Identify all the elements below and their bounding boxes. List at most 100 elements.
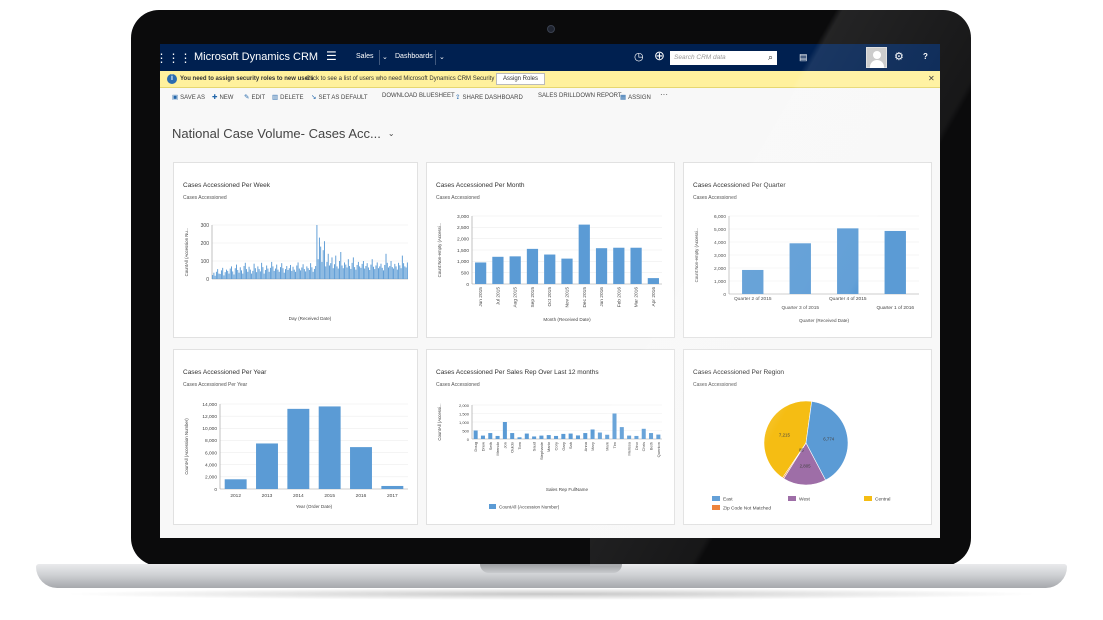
chart-card-per-year[interactable]: Cases Accessioned Per Year Cases Accessi… [173,349,418,525]
pie-data-label: 85 [799,448,804,453]
save-as-button[interactable]: ▣ SAVE AS [172,93,205,101]
chart-bar [400,268,402,279]
x-tick-label: Aug 2015 [513,287,519,308]
chart-bar [360,267,362,279]
chart-bar [362,261,364,279]
search-input[interactable]: Search CRM data ⌕ [670,51,777,65]
search-icon[interactable]: ⌕ [768,52,773,63]
y-tick-label: 0 [723,292,726,298]
chart-bar [390,261,392,279]
set-as-default-button[interactable]: ↘ SET AS DEFAULT [311,93,368,101]
edit-button[interactable]: ✎ EDIT [244,93,265,101]
chart-card-per-quarter[interactable]: Cases Accessioned Per Quarter Cases Acce… [683,162,932,338]
y-tick-label: 1,500 [457,248,469,254]
chevron-down-icon[interactable]: ⌄ [439,53,445,61]
close-icon[interactable]: ✕ [928,74,935,83]
x-tick-label: Apr 2016 [651,287,657,307]
notification-detail-link[interactable]: Click to see a list of users who need Mi… [306,76,513,82]
chart-card-per-region[interactable]: Cases Accessioned Per Region Cases Acces… [683,349,932,525]
share-dashboard-button[interactable]: ⇪ SHARE DASHBOARD [455,93,523,101]
x-tick-label: Mario [546,441,551,452]
gear-icon[interactable]: ⚙ [894,50,904,63]
chevron-down-icon[interactable]: ⌄ [382,53,388,61]
x-tick-label: Saud [532,442,537,451]
more-commands-icon[interactable]: ··· [660,90,668,99]
help-icon[interactable]: ? [923,52,928,61]
chart-bar [350,268,352,279]
y-tick-label: 1,000 [459,420,470,425]
chart-bar [315,266,317,279]
dashboard-selector[interactable]: National Case Volume- Cases Acc... ⌄ [172,126,395,141]
chart-bar [355,269,357,279]
legend-swatch [712,505,720,510]
recent-clock-icon[interactable]: ◷ [634,50,644,63]
x-tick-label: Beth [649,442,654,450]
x-tick-label: 2017 [387,493,398,499]
notification-bar: i You need to assign security roles to n… [160,71,940,88]
y-tick-label: 2,000 [457,236,469,242]
delete-button[interactable]: ▥ DELETE [272,93,304,101]
share-icon: ⇪ [455,94,461,101]
download-bluesheet-button[interactable]: DOWNLOAD BLUESHEET [382,93,455,99]
chart-card-per-month[interactable]: Cases Accessioned Per Month Cases Access… [426,162,675,338]
y-axis-title: Count:Non-empty (Accessi... [437,223,442,278]
x-tick-label: Outdo [510,441,515,453]
chart-bar [369,270,371,279]
laptop-notch [480,564,622,573]
chart-bar [526,248,539,284]
assign-button[interactable]: ▦ ASSIGN [620,93,651,101]
chart-bar [381,485,404,489]
sales-drilldown-report-button[interactable]: SALES DRILLDOWN REPORT [538,93,622,99]
app-launcher-icon[interactable]: ⋮⋮⋮ [160,44,192,71]
x-tick-label: Quarter 2 of 2015 [734,296,772,302]
chart-bar [344,262,346,279]
chart-bar [383,270,384,279]
delete-icon: ▥ [272,94,279,101]
x-tick-label: Cory [554,442,559,450]
chart-bar [282,268,284,279]
x-tick-label: Quarter 1 of 2016 [876,305,914,311]
save-icon: ▣ [172,94,179,101]
advanced-find-icon[interactable]: ▤ [799,52,808,63]
create-plus-icon[interactable]: ⊕ [654,48,665,64]
chevron-down-icon[interactable]: ⌄ [388,129,395,138]
chart-bar [517,437,522,439]
chart-card-per-week[interactable]: Cases Accessioned Per Week Cases Accessi… [173,162,418,338]
chart-bar [473,430,478,439]
chart-bar [249,269,251,279]
chart-bar [656,434,661,439]
chart-bar [789,243,811,294]
top-navigation-bar: ⋮⋮⋮ Microsoft Dynamics CRM ☰ Sales ⌄ Das… [160,44,940,71]
chart-bar [401,255,403,279]
chart-bar [231,266,232,279]
chart-bar [223,275,225,279]
chart-bar [337,268,339,279]
chart-card-per-sales-rep[interactable]: Cases Accessioned Per Sales Rep Over Las… [426,349,675,525]
nav-subarea-dashboards[interactable]: Dashboards [395,53,433,60]
y-tick-label: 8,000 [205,438,217,444]
x-tick-label: Tom [517,441,522,449]
y-axis-title: CountAll (Accessi... [437,403,442,440]
menu-icon[interactable]: ☰ [326,49,337,63]
chart-bar [367,267,369,279]
nav-area-sales[interactable]: Sales [356,53,374,60]
x-tick-label: Stephanie [539,441,544,460]
avatar[interactable] [866,47,887,68]
x-tick-label: Jul 2015 [495,287,501,305]
x-tick-label: Nov 2015 [565,287,571,308]
assign-roles-button[interactable]: Assign Roles [496,73,546,85]
chart-bar [492,256,504,284]
chart-bar [233,274,235,279]
chart-bar [313,268,315,279]
chart-bar [346,267,348,279]
chart-bar [349,266,351,279]
chart-bar [510,433,515,439]
chart-bar [394,263,396,279]
chart-bar [225,269,227,279]
chart-bar [568,433,573,439]
new-button[interactable]: ✚ NEW [212,93,233,101]
chart-bar [302,264,304,279]
x-axis-title: Day (Received Date) [289,316,332,321]
edit-icon: ✎ [244,94,250,101]
y-axis-title: Count:Non-empty (Accessi... [694,228,699,283]
